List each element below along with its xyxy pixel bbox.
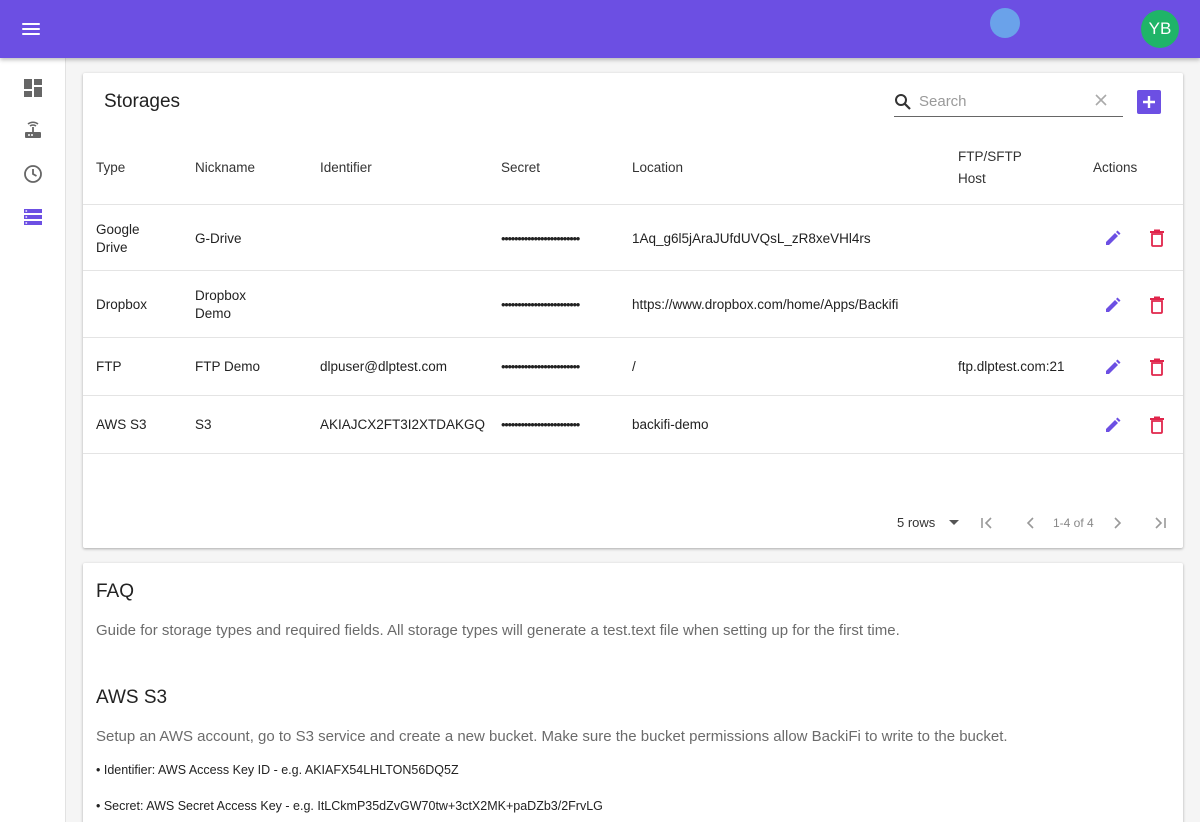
cell-nickname: S3 xyxy=(195,417,212,432)
aws-identifier-hint: • Identifier: AWS Access Key ID - e.g. A… xyxy=(96,763,459,777)
cell-secret: •••••••••••••••••••••••• xyxy=(501,417,580,432)
cell-location: backifi-demo xyxy=(632,417,709,432)
cell-identifier: dlpuser@dlptest.com xyxy=(320,359,448,374)
cell-type: AWS S3 xyxy=(96,417,147,432)
clock-icon[interactable] xyxy=(20,161,46,187)
chevron-down-icon[interactable] xyxy=(948,519,960,527)
search-icon xyxy=(895,94,911,110)
cell-type-line1: Google xyxy=(96,222,140,237)
edit-button[interactable] xyxy=(1102,294,1124,316)
cell-nickname-line1: Dropbox xyxy=(195,288,247,303)
faq-intro: Guide for storage types and required fie… xyxy=(96,622,900,639)
cell-nickname: Dropbox Demo xyxy=(195,287,246,323)
divider xyxy=(83,395,1183,396)
router-icon[interactable] xyxy=(20,118,46,144)
status-indicator xyxy=(990,8,1020,38)
edit-button[interactable] xyxy=(1102,227,1124,249)
cell-secret: •••••••••••••••••••••••• xyxy=(501,297,580,312)
pencil-icon xyxy=(1106,417,1121,432)
column-header-host-line1: FTP/SFTP xyxy=(958,149,1022,164)
trash-icon xyxy=(1150,358,1164,376)
sidebar xyxy=(0,58,66,822)
aws-section-title: AWS S3 xyxy=(96,687,168,708)
cell-type: Dropbox xyxy=(96,297,148,312)
add-storage-button[interactable] xyxy=(1137,90,1161,114)
cell-nickname: G-Drive xyxy=(195,231,242,246)
cell-secret: •••••••••••••••••••••••• xyxy=(501,231,580,246)
column-header-secret[interactable]: Secret xyxy=(501,157,540,179)
column-header-host-line2: Host xyxy=(958,171,986,186)
column-header-host[interactable]: FTP/SFTP Host xyxy=(958,146,1022,190)
delete-button[interactable] xyxy=(1146,227,1168,249)
trash-icon xyxy=(1150,416,1164,434)
trash-icon xyxy=(1150,229,1164,247)
delete-button[interactable] xyxy=(1146,356,1168,378)
delete-button[interactable] xyxy=(1146,414,1168,436)
cell-location: 1Aq_g6l5jAraJUfdUVQsL_zR8xeVHl4rs xyxy=(632,231,871,246)
delete-button[interactable] xyxy=(1146,294,1168,316)
cell-identifier: AKIAJCX2FT3I2XTDAKGQ xyxy=(320,417,486,432)
divider xyxy=(83,270,1183,271)
edit-button[interactable] xyxy=(1102,356,1124,378)
divider xyxy=(83,453,1183,454)
search-input[interactable] xyxy=(919,90,1089,112)
column-header-identifier[interactable]: Identifier xyxy=(320,157,372,179)
avatar[interactable]: YB xyxy=(1141,10,1179,48)
divider xyxy=(83,337,1183,338)
cell-type: Google Drive xyxy=(96,221,140,257)
cell-nickname: FTP Demo xyxy=(195,359,261,374)
cell-location: https://www.dropbox.com/home/Apps/Backif… xyxy=(632,297,899,312)
search-field xyxy=(894,88,1123,117)
cell-secret: •••••••••••••••••••••••• xyxy=(501,359,580,374)
rows-per-page-select[interactable]: 5 rows xyxy=(897,515,935,530)
edit-button[interactable] xyxy=(1102,414,1124,436)
app-bar: YB xyxy=(0,0,1200,58)
faq-title: FAQ xyxy=(96,581,135,602)
column-header-nickname[interactable]: Nickname xyxy=(195,157,255,179)
trash-icon xyxy=(1150,296,1164,314)
cell-type: FTP xyxy=(96,359,122,374)
column-header-type[interactable]: Type xyxy=(96,157,125,179)
close-icon[interactable] xyxy=(1095,94,1107,106)
cell-location: / xyxy=(632,359,636,374)
pencil-icon xyxy=(1106,230,1121,245)
column-header-location[interactable]: Location xyxy=(632,157,683,179)
divider xyxy=(83,204,1183,205)
aws-secret-hint: • Secret: AWS Secret Access Key - e.g. I… xyxy=(96,799,603,813)
storage-icon[interactable] xyxy=(20,204,46,230)
aws-description: Setup an AWS account, go to S3 service a… xyxy=(96,728,1008,745)
previous-page-icon[interactable] xyxy=(1025,516,1037,530)
rows-per-page-label: 5 rows xyxy=(897,515,936,530)
page-title: Storages xyxy=(104,91,181,112)
page-range: 1-4 of 4 xyxy=(1053,516,1094,530)
last-page-icon[interactable] xyxy=(1153,516,1167,530)
first-page-icon[interactable] xyxy=(980,516,994,530)
dashboard-icon[interactable] xyxy=(20,75,46,101)
cell-type-line2: Drive xyxy=(96,240,128,255)
column-header-actions: Actions xyxy=(1093,160,1138,175)
cell-nickname-line2: Demo xyxy=(195,306,232,321)
plus-icon xyxy=(1143,96,1155,108)
next-page-icon[interactable] xyxy=(1111,516,1123,530)
pencil-icon xyxy=(1106,359,1121,374)
pencil-icon xyxy=(1106,297,1121,312)
cell-host: ftp.dlptest.com:21 xyxy=(958,359,1065,374)
storages-card: Storages Type Nickname Identifier Secret… xyxy=(83,73,1183,548)
faq-card: FAQ Guide for storage types and required… xyxy=(83,563,1183,822)
menu-icon[interactable] xyxy=(19,18,43,40)
